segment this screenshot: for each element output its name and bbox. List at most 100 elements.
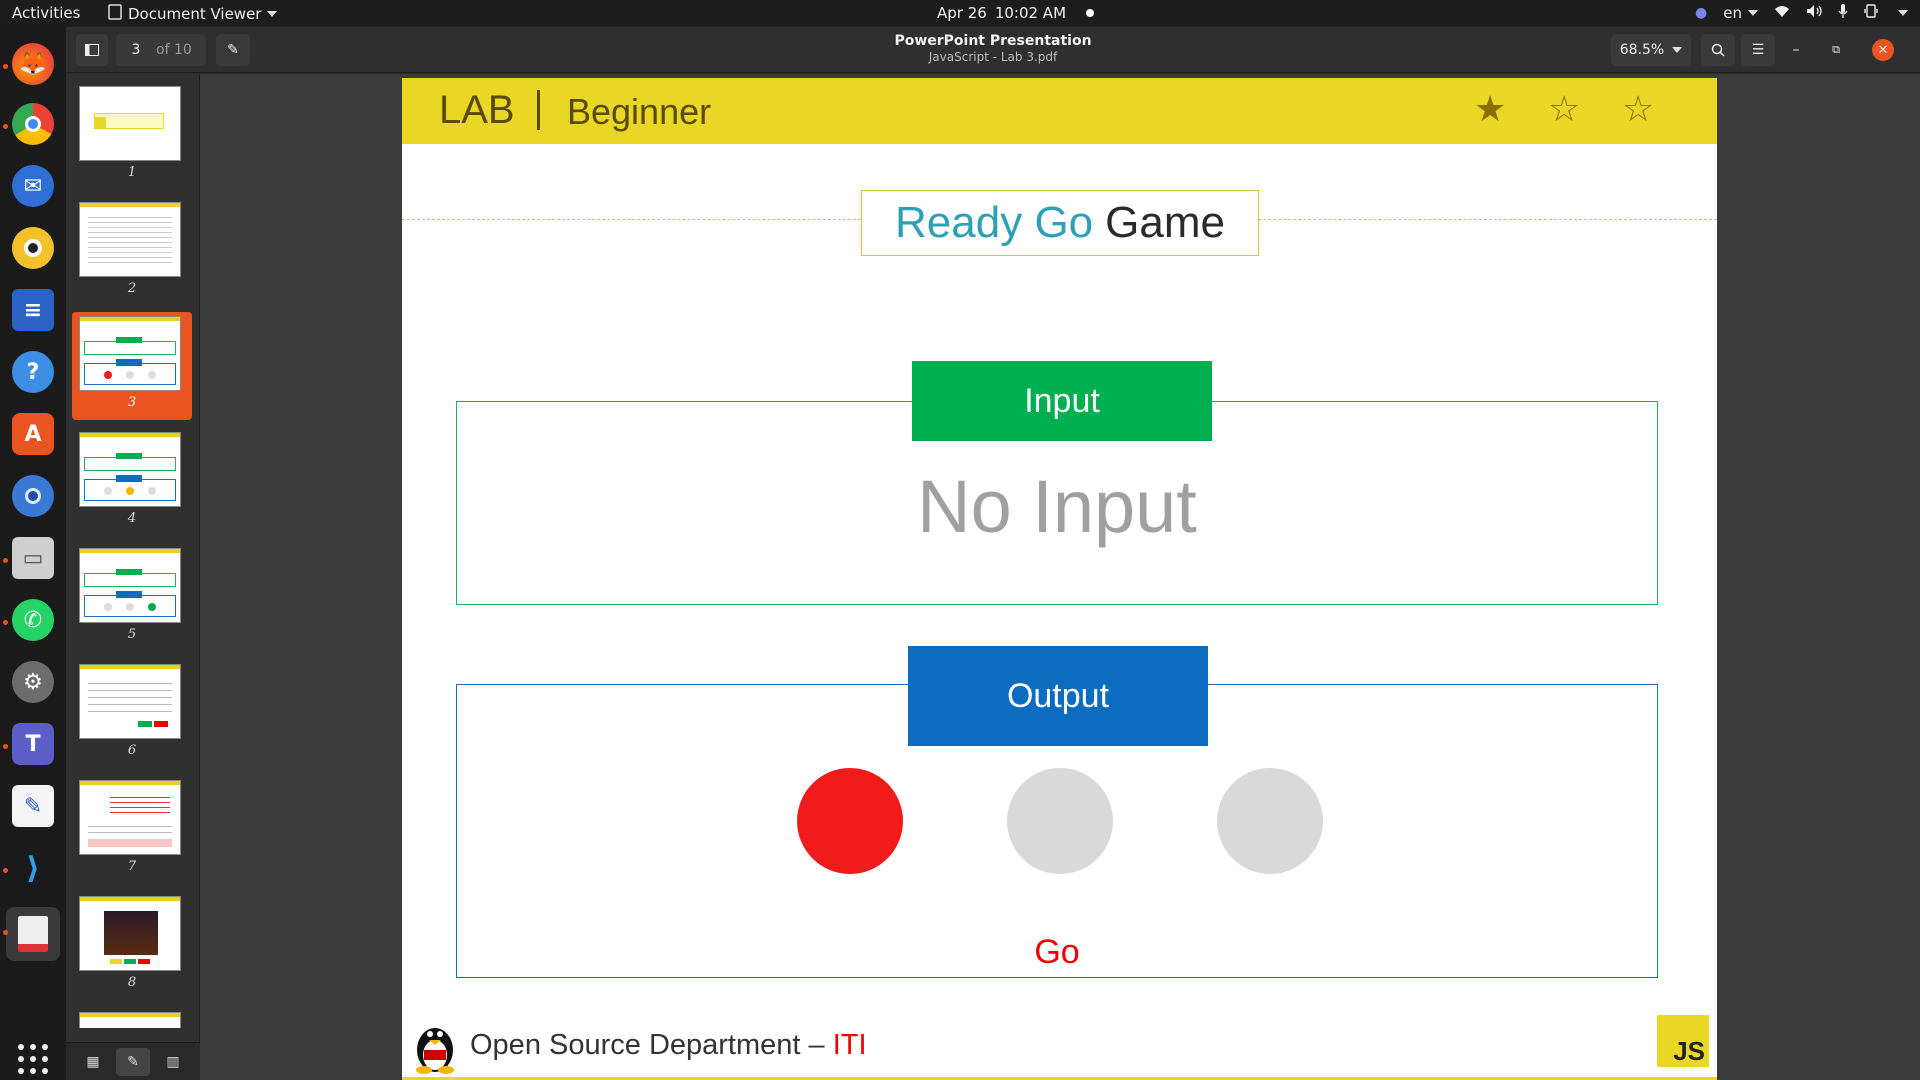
- edit-icon: ✎: [127, 1053, 139, 1070]
- chromium-icon[interactable]: [12, 475, 54, 517]
- minimize-button[interactable]: –: [1781, 34, 1811, 66]
- running-indicator: [3, 930, 8, 935]
- input-value: No Input: [917, 465, 1197, 548]
- bookmarks-view-button[interactable]: ▥: [156, 1048, 190, 1076]
- thumbnail-page-9[interactable]: [72, 1008, 192, 1028]
- sidebar-icon: [85, 44, 99, 56]
- battery-icon: [1864, 4, 1882, 22]
- vscode-icon[interactable]: ⟩: [12, 847, 54, 889]
- running-indicator: [3, 124, 8, 129]
- thumbnail-page-8[interactable]: 8: [72, 892, 192, 1000]
- writer-icon[interactable]: ≡: [12, 289, 54, 331]
- teams-tray-icon: ●: [1695, 5, 1708, 21]
- top-bar: Activities Document Viewer Apr 26 10:02 …: [0, 0, 1920, 27]
- bookmark-icon: ▥: [166, 1053, 180, 1070]
- department-label: Open Source Department – ITI: [470, 1029, 867, 1062]
- pencil-icon: ✎: [227, 42, 239, 58]
- document-viewer-icon[interactable]: [6, 907, 60, 961]
- restore-icon: ⧉: [1832, 43, 1840, 56]
- traffic-light-green: [1217, 768, 1323, 874]
- level-label: Beginner: [567, 91, 712, 132]
- slide-header: LAB Beginner ★ ☆ ☆: [402, 78, 1717, 144]
- thumbnail-number: 6: [127, 743, 137, 758]
- maximize-button[interactable]: ⧉: [1821, 34, 1851, 66]
- files-icon[interactable]: ▭: [12, 537, 54, 579]
- zoom-level: 68.5%: [1619, 42, 1665, 58]
- thumbnail-page-3[interactable]: 3: [72, 312, 192, 420]
- chrome-icon[interactable]: [12, 103, 54, 145]
- pdf-page: LAB Beginner ★ ☆ ☆ Ready Go Game Input N…: [402, 78, 1717, 1080]
- thumbnail-number: 8: [127, 975, 137, 990]
- page-selector[interactable]: 3 of 10: [116, 34, 206, 66]
- app-menu[interactable]: Document Viewer: [108, 4, 278, 24]
- wifi-icon: [1774, 4, 1790, 22]
- teams-icon[interactable]: T: [12, 723, 54, 765]
- rhythmbox-icon[interactable]: [12, 227, 54, 269]
- input-header: Input: [912, 361, 1212, 441]
- thumbnail-page-5[interactable]: 5: [72, 544, 192, 652]
- running-indicator: [3, 64, 8, 69]
- sidebar-view-switcher: ▦ ✎ ▥: [66, 1042, 200, 1080]
- notification-dot-icon: [1086, 9, 1095, 17]
- output-header: Output: [908, 646, 1208, 746]
- star-outline-icon: ☆: [1622, 89, 1655, 130]
- traffic-light-red: [797, 768, 903, 874]
- thumbnails-view-button[interactable]: ▦: [76, 1048, 110, 1076]
- clock[interactable]: Apr 26 10:02 AM: [937, 4, 1095, 22]
- thunderbird-icon[interactable]: ✉: [12, 165, 54, 207]
- thumbnail-page-7[interactable]: 7: [72, 776, 192, 884]
- slide-footer: Open Source Department – ITI JS: [402, 1013, 1717, 1080]
- system-tray[interactable]: ● en: [1695, 2, 1908, 24]
- chevron-down-icon: [1748, 10, 1758, 16]
- language-indicator[interactable]: en: [1723, 4, 1758, 22]
- dock: 🦊 ✉ ≡ ? A ▭ ✆ ⚙ T ✎ ⟩: [0, 27, 66, 1080]
- star-outline-icon: ☆: [1548, 89, 1581, 130]
- js-logo: JS: [1657, 1015, 1709, 1067]
- text-editor-icon[interactable]: ✎: [12, 785, 54, 827]
- system-menu-chevron-icon: [1898, 10, 1908, 16]
- activities-button[interactable]: Activities: [12, 4, 80, 22]
- hamburger-icon: ☰: [1751, 42, 1765, 58]
- page-number-input[interactable]: 3: [116, 42, 156, 58]
- annotate-button[interactable]: ✎: [216, 34, 250, 66]
- software-icon[interactable]: A: [12, 413, 54, 455]
- settings-icon[interactable]: ⚙: [12, 661, 54, 703]
- help-icon[interactable]: ?: [12, 351, 54, 393]
- clock-date: Apr 26: [937, 4, 987, 22]
- chevron-down-icon: [1672, 47, 1683, 53]
- close-icon: ✕: [1877, 42, 1889, 58]
- star-filled-icon: ★: [1474, 89, 1507, 130]
- clock-time: 10:02 AM: [994, 4, 1067, 22]
- thumbnail-page-4[interactable]: 4: [72, 428, 192, 536]
- thumbnail-number: 3: [127, 395, 137, 410]
- running-indicator: [3, 744, 8, 749]
- title-part-2: Game: [1105, 198, 1225, 247]
- running-indicator: [3, 558, 8, 563]
- thumbnail-number: 7: [127, 859, 137, 874]
- org-name: ITI: [832, 1029, 867, 1061]
- zoom-selector[interactable]: 68.5%: [1611, 34, 1691, 66]
- language-label: en: [1723, 4, 1742, 22]
- grid-icon: ▦: [86, 1053, 100, 1070]
- firefox-icon[interactable]: 🦊: [12, 43, 54, 85]
- slide-title: Ready Go Game: [861, 190, 1259, 256]
- tux-logo-icon: [416, 1028, 454, 1074]
- close-button[interactable]: ✕: [1872, 39, 1894, 61]
- thumbnail-number: 5: [127, 627, 137, 642]
- sidebar-toggle-button[interactable]: [76, 34, 108, 66]
- divider: [537, 90, 540, 130]
- thumbnail-page-2[interactable]: 2: [72, 198, 192, 306]
- page-count-label: of 10: [156, 42, 192, 58]
- header-bar: 3 of 10 ✎ PowerPoint Presentation JavaSc…: [66, 27, 1920, 73]
- annotations-view-button[interactable]: ✎: [116, 1047, 150, 1076]
- document-view[interactable]: LAB Beginner ★ ☆ ☆ Ready Go Game Input N…: [200, 74, 1920, 1080]
- traffic-light-yellow: [1007, 768, 1113, 874]
- search-button[interactable]: [1701, 34, 1735, 66]
- app-menu-label: Document Viewer: [128, 5, 262, 23]
- volume-icon: [1806, 4, 1822, 22]
- thumbnail-page-6[interactable]: 6: [72, 660, 192, 768]
- show-applications-icon[interactable]: [18, 1044, 48, 1074]
- thumbnail-page-1[interactable]: 1: [72, 82, 192, 190]
- main-menu-button[interactable]: ☰: [1741, 34, 1775, 66]
- whatsapp-icon[interactable]: ✆: [12, 599, 54, 641]
